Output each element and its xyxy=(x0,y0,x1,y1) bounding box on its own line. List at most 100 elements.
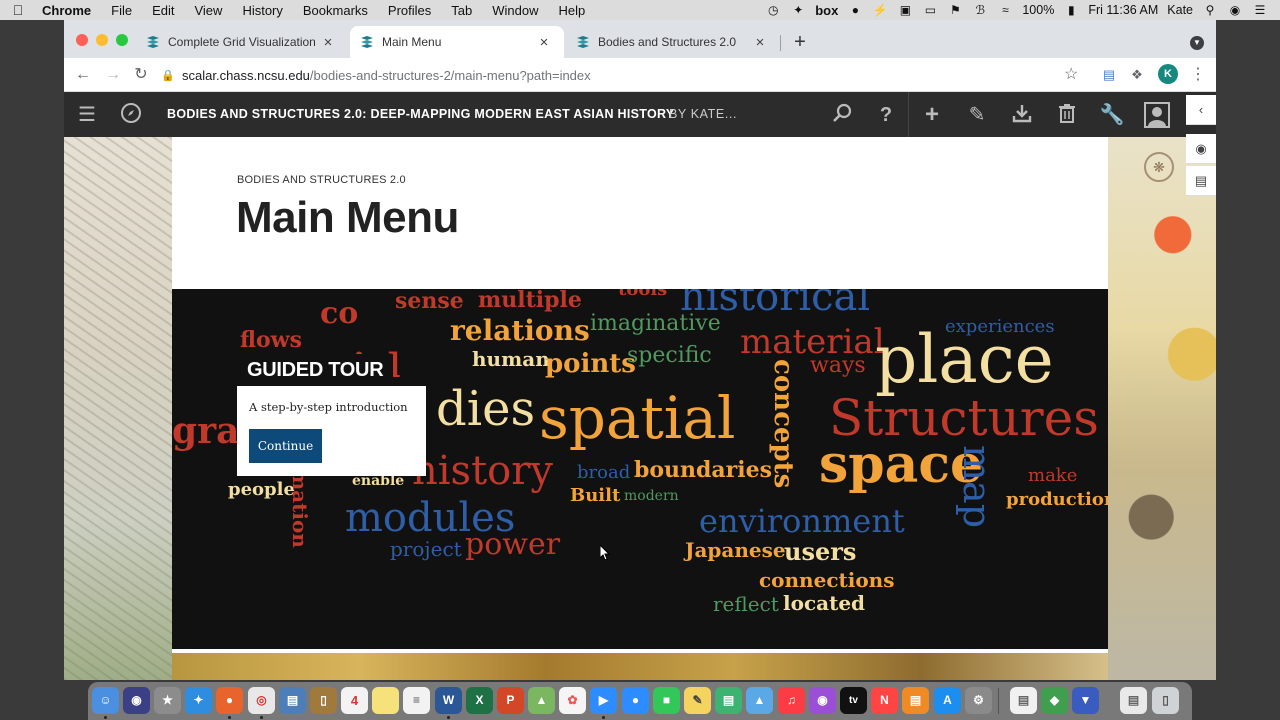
evernote-icon[interactable]: ● xyxy=(847,3,863,17)
powerpoint-icon[interactable]: P xyxy=(497,687,524,714)
import-icon[interactable] xyxy=(1009,102,1035,128)
tab-bodies-and-structures[interactable]: Bodies and Structures 2.0 × xyxy=(566,26,780,58)
search-icon[interactable] xyxy=(829,102,855,128)
address-bar[interactable]: 🔒 scalar.chass.ncsu.edu /bodies-and-stru… xyxy=(160,62,1096,88)
fullscreen-window-button[interactable] xyxy=(116,34,128,46)
help-icon[interactable]: ? xyxy=(873,102,899,128)
time-machine-icon[interactable]: ◷ xyxy=(765,3,781,17)
extensions-puzzle-icon[interactable]: ❖ xyxy=(1128,66,1146,84)
flag-icon[interactable]: ⚑ xyxy=(947,3,963,17)
clock[interactable]: Fri 11:36 AM xyxy=(1088,3,1158,17)
apple-icon[interactable]:  xyxy=(0,2,36,18)
wrench-icon[interactable]: 🔧 xyxy=(1099,102,1125,128)
edit-pencil-icon[interactable]: ✎ xyxy=(964,102,990,128)
close-tab-icon[interactable]: × xyxy=(320,34,336,51)
navigation-compass-icon[interactable] xyxy=(118,102,144,128)
document-extension-icon[interactable]: ▤ xyxy=(1100,66,1118,84)
menu-profiles[interactable]: Profiles xyxy=(378,3,441,18)
minimize-window-button[interactable] xyxy=(96,34,108,46)
firefox-icon[interactable]: ● xyxy=(216,687,243,714)
notes-icon[interactable] xyxy=(372,687,399,714)
bookmark-star-icon[interactable]: ☆ xyxy=(1064,64,1078,84)
bluetooth-icon[interactable]: ℬ xyxy=(972,3,988,17)
annotation-note-icon[interactable]: ▤ xyxy=(1186,166,1216,196)
menu-bookmarks[interactable]: Bookmarks xyxy=(293,3,378,18)
scratch-icon[interactable]: ▣ xyxy=(897,3,913,17)
profile-avatar[interactable]: K xyxy=(1158,64,1178,84)
messages-icon[interactable]: ● xyxy=(622,687,649,714)
new-tab-button[interactable]: + xyxy=(790,32,810,52)
preview-icon[interactable]: ▤ xyxy=(279,687,306,714)
zoom-icon[interactable]: ▶ xyxy=(590,687,617,714)
reload-icon[interactable]: ↻ xyxy=(130,64,152,86)
news-icon[interactable]: N xyxy=(871,687,898,714)
user-account-icon[interactable] xyxy=(1144,102,1170,128)
book-title[interactable]: BODIES AND STRUCTURES 2.0: DEEP-MAPPING … xyxy=(167,107,675,121)
keynote-icon[interactable]: ▲ xyxy=(746,687,773,714)
reminders-icon[interactable]: ≡ xyxy=(403,687,430,714)
apple-tv-icon[interactable]: tv xyxy=(840,687,867,714)
control-center-icon[interactable]: ☰ xyxy=(1252,3,1268,17)
downloads-stack-icon[interactable]: ▼ xyxy=(1072,687,1099,714)
close-window-button[interactable] xyxy=(76,34,88,46)
collapse-panel-icon[interactable]: ‹ xyxy=(1186,95,1216,125)
menu-file[interactable]: File xyxy=(101,3,142,18)
zoom-status-icon[interactable]: ✦ xyxy=(790,3,806,17)
safari-icon[interactable]: ✦ xyxy=(185,687,212,714)
trash-icon[interactable] xyxy=(1054,102,1080,128)
siri-icon[interactable]: ◉ xyxy=(1227,3,1243,17)
menu-edit[interactable]: Edit xyxy=(142,3,184,18)
facetime-icon[interactable]: ■ xyxy=(653,687,680,714)
chrome-icon[interactable]: ◎ xyxy=(248,687,275,714)
siri-app-icon[interactable]: ◉ xyxy=(123,687,150,714)
box-logo[interactable]: box xyxy=(815,3,838,18)
menu-tab[interactable]: Tab xyxy=(441,3,482,18)
menu-help[interactable]: Help xyxy=(549,3,596,18)
system-preferences-icon[interactable]: ⚙ xyxy=(965,687,992,714)
continue-button[interactable]: Continue xyxy=(249,429,322,463)
word-cloud-word: flows xyxy=(240,327,302,353)
launchpad-icon[interactable]: ★ xyxy=(154,687,181,714)
tab-search-icon[interactable]: ▼ xyxy=(1190,36,1204,50)
menu-app-name[interactable]: Chrome xyxy=(36,3,101,18)
music-icon[interactable]: ♫ xyxy=(778,687,805,714)
chrome-menu-icon[interactable]: ⋮ xyxy=(1190,64,1206,84)
photos-icon[interactable]: ✿ xyxy=(559,687,586,714)
menu-window[interactable]: Window xyxy=(482,3,548,18)
view-eye-icon[interactable]: ◉ xyxy=(1186,134,1216,164)
tab-complete-grid[interactable]: Complete Grid Visualization × xyxy=(136,26,348,58)
finder-icon[interactable]: ☺ xyxy=(92,687,119,714)
close-tab-icon[interactable]: × xyxy=(536,34,552,51)
podcasts-icon[interactable]: ◉ xyxy=(809,687,836,714)
add-page-icon[interactable]: + xyxy=(919,102,945,128)
menu-history[interactable]: History xyxy=(232,3,292,18)
spotlight-icon[interactable]: ⚲ xyxy=(1202,3,1218,17)
word-icon[interactable]: W xyxy=(435,687,462,714)
trash-bin-icon[interactable]: ▯ xyxy=(1152,687,1179,714)
user-name[interactable]: Kate xyxy=(1167,3,1193,17)
back-icon[interactable]: ← xyxy=(72,64,94,86)
menu-view[interactable]: View xyxy=(184,3,232,18)
wifi-icon[interactable]: ≈ xyxy=(997,3,1013,17)
calendar-icon[interactable]: 4 xyxy=(341,687,368,714)
airplay-icon[interactable]: ▭ xyxy=(922,3,938,17)
pages-icon[interactable]: ✎ xyxy=(684,687,711,714)
table-of-contents-icon[interactable]: ☰ xyxy=(74,102,100,128)
bolt-icon[interactable]: ⚡ xyxy=(872,3,888,17)
lock-icon[interactable]: 🔒 xyxy=(160,69,176,82)
battery-icon[interactable]: ▮ xyxy=(1063,3,1079,17)
numbers-icon[interactable]: ▤ xyxy=(715,687,742,714)
green-cube-icon[interactable]: ◆ xyxy=(1041,687,1068,714)
excel-icon[interactable]: X xyxy=(466,687,493,714)
tab-main-menu[interactable]: Main Menu × xyxy=(350,26,564,58)
forward-icon[interactable]: → xyxy=(102,64,124,86)
app-store-icon[interactable]: A xyxy=(934,687,961,714)
books-icon[interactable]: ▤ xyxy=(902,687,929,714)
battery-percent[interactable]: 100% xyxy=(1022,3,1054,17)
document-stack-icon[interactable]: ▤ xyxy=(1010,687,1037,714)
word-cloud-word: human xyxy=(472,347,550,371)
maps-icon[interactable]: ▲ xyxy=(528,687,555,714)
notebook-icon[interactable]: ▯ xyxy=(310,687,337,714)
close-tab-icon[interactable]: × xyxy=(752,34,768,51)
files-stack-icon[interactable]: ▤ xyxy=(1120,687,1147,714)
